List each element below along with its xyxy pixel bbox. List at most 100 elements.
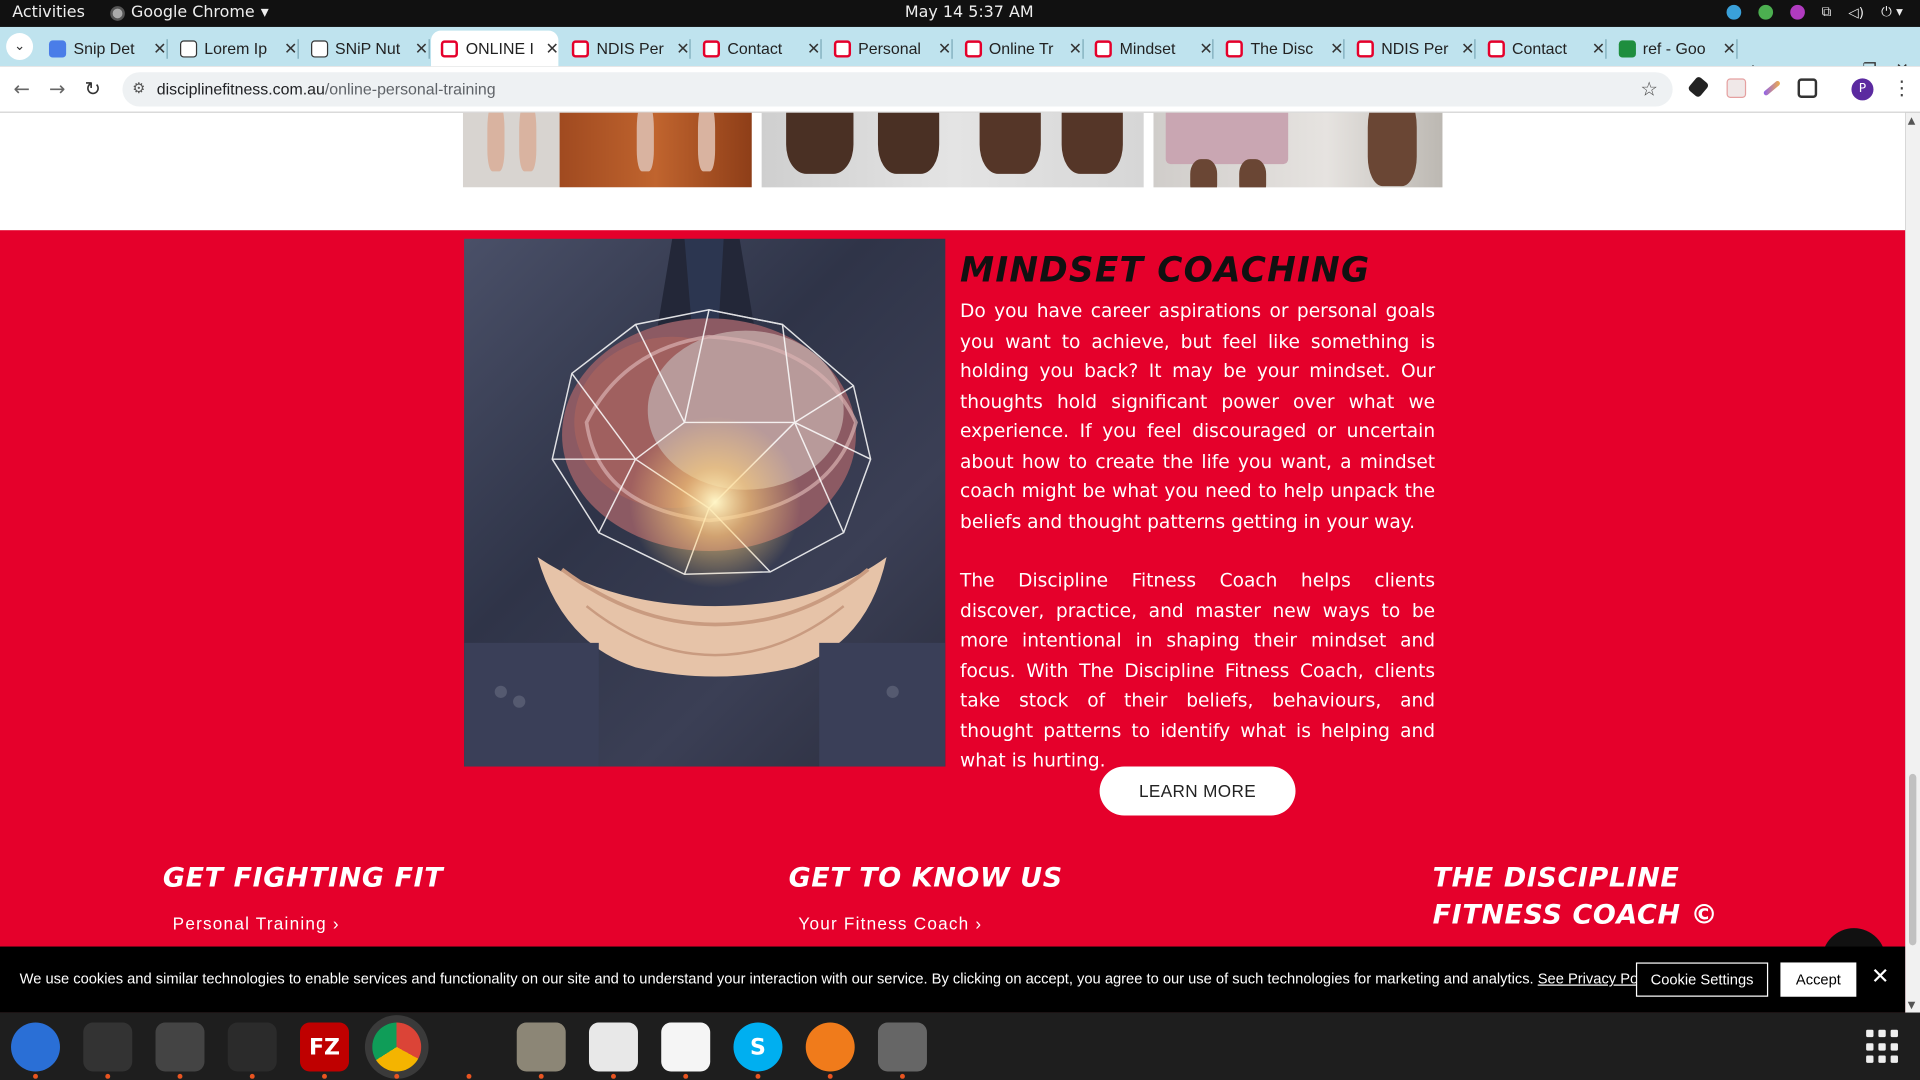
- network-icon[interactable]: ⧉: [1822, 4, 1832, 21]
- reload-icon[interactable]: ↻: [84, 77, 100, 100]
- chrome-icon[interactable]: [372, 1022, 422, 1079]
- tab-title: Online Tr: [988, 39, 1054, 58]
- docs-icon: [48, 39, 67, 57]
- tab-title: NDIS Per: [1381, 39, 1449, 58]
- browser-tab[interactable]: ref - Goo ✕: [1608, 31, 1738, 67]
- close-tab-icon[interactable]: ✕: [153, 39, 166, 59]
- tab-separator: [951, 39, 953, 59]
- calendar-extension-icon[interactable]: [1726, 78, 1747, 98]
- browser-tab[interactable]: Snip Det ✕: [39, 31, 168, 67]
- page-scrollbar[interactable]: ▲ ▼: [1905, 112, 1920, 1013]
- writer-icon[interactable]: [661, 1022, 711, 1079]
- calculator-icon[interactable]: [155, 1022, 205, 1079]
- app-menu[interactable]: Google Chrome ▾: [110, 4, 269, 22]
- scroll-up-icon[interactable]: ▲: [1908, 115, 1916, 126]
- close-icon[interactable]: ✕: [1871, 964, 1889, 990]
- browser-tab[interactable]: NDIS Per ✕: [562, 31, 691, 67]
- tab-title: The Disc: [1250, 39, 1314, 58]
- activities-button[interactable]: Activities: [12, 4, 85, 22]
- scroll-down-icon[interactable]: ▼: [1908, 999, 1916, 1010]
- volume-icon[interactable]: ◁): [1848, 4, 1864, 20]
- running-indicator: [538, 1073, 544, 1079]
- close-tab-icon[interactable]: ✕: [676, 39, 689, 59]
- before-after-photo-3: [1153, 112, 1443, 188]
- browser-tab[interactable]: ONLINE I ✕: [431, 30, 559, 67]
- brand-line-2: FITNESS COACH ©: [1432, 900, 1719, 931]
- browser-tab[interactable]: Contact ✕: [1478, 31, 1607, 67]
- cookie-message: We use cookies and similar technologies …: [19, 969, 1534, 987]
- sync-icon[interactable]: [1726, 4, 1741, 20]
- site-info-icon[interactable]: ⚙: [132, 80, 145, 97]
- application-dock: FZ S: [0, 1012, 1920, 1080]
- text-editor-icon[interactable]: [588, 1022, 638, 1079]
- cookie-settings-button[interactable]: Cookie Settings: [1635, 962, 1769, 997]
- tab-separator: [1081, 39, 1084, 59]
- burner-icon[interactable]: [805, 1022, 855, 1079]
- pen-extension-icon[interactable]: [1762, 79, 1781, 97]
- close-tab-icon[interactable]: ✕: [1330, 39, 1343, 59]
- accept-cookies-button[interactable]: Accept: [1780, 962, 1857, 997]
- check-icon[interactable]: [1757, 4, 1773, 20]
- df-icon: [702, 39, 721, 57]
- browser-tab[interactable]: Online Tr ✕: [955, 31, 1084, 67]
- tab-separator: [428, 39, 430, 59]
- running-indicator: [322, 1073, 327, 1079]
- files-icon[interactable]: [516, 1022, 566, 1079]
- app-indicator-icon[interactable]: [1789, 4, 1805, 20]
- close-tab-icon[interactable]: ✕: [1199, 39, 1212, 59]
- browser-tab[interactable]: SNiP Nut ✕: [301, 31, 430, 67]
- tab-title: Contact: [1512, 39, 1567, 58]
- bookmark-star-icon[interactable]: ☆: [1640, 77, 1658, 100]
- browser-tab[interactable]: Personal ✕: [824, 31, 953, 67]
- desktop-screen: Activities Google Chrome ▾ May 14 5:37 A…: [0, 0, 1920, 1080]
- tab-title: Mindset: [1119, 39, 1176, 58]
- browser-tab[interactable]: Contact ✕: [693, 31, 822, 67]
- browser-menu-icon[interactable]: ⋮: [1892, 76, 1912, 99]
- tab-search-button[interactable]: ⌄: [6, 33, 34, 61]
- close-tab-icon[interactable]: ✕: [1461, 39, 1474, 59]
- browser-tab[interactable]: NDIS Per ✕: [1347, 31, 1476, 67]
- scrollbar-thumb[interactable]: [1908, 773, 1917, 946]
- close-tab-icon[interactable]: ✕: [545, 39, 558, 59]
- extensions-puzzle-icon[interactable]: [1797, 78, 1818, 98]
- terminal-icon[interactable]: [83, 1022, 133, 1079]
- power-icon[interactable]: ⏻ ▾: [1881, 4, 1903, 21]
- browser-tab[interactable]: The Disc ✕: [1216, 31, 1345, 67]
- vscode-icon[interactable]: [444, 1022, 494, 1079]
- browser-tab[interactable]: Lorem Ip ✕: [170, 31, 299, 67]
- filezilla-icon[interactable]: FZ: [300, 1022, 349, 1079]
- skype-icon[interactable]: S: [733, 1022, 783, 1079]
- close-tab-icon[interactable]: ✕: [284, 39, 297, 59]
- system-tray[interactable]: ⧉ ◁) ⏻ ▾: [1726, 4, 1903, 21]
- close-tab-icon[interactable]: ✕: [415, 39, 428, 59]
- close-tab-icon[interactable]: ✕: [1722, 39, 1735, 59]
- close-tab-icon[interactable]: ✕: [1069, 39, 1082, 59]
- browser-tab[interactable]: Mindset ✕: [1085, 31, 1214, 67]
- disk-icon[interactable]: [877, 1022, 927, 1079]
- running-indicator: [611, 1073, 616, 1079]
- profile-avatar[interactable]: P: [1851, 78, 1874, 101]
- running-indicator: [105, 1073, 111, 1079]
- fitness-coach-link[interactable]: Your Fitness Coach ›: [798, 913, 982, 933]
- close-tab-icon[interactable]: ✕: [938, 39, 951, 59]
- running-indicator: [466, 1073, 472, 1079]
- dock-icon-label: FZ: [308, 1034, 341, 1060]
- personal-training-link[interactable]: Personal Training ›: [173, 913, 340, 933]
- close-tab-icon[interactable]: ✕: [807, 39, 820, 59]
- thunderbird-icon[interactable]: [11, 1022, 61, 1079]
- learn-more-button[interactable]: LEARN MORE: [1099, 766, 1296, 816]
- url-text[interactable]: disciplinefitness.com.au/online-personal…: [157, 80, 496, 98]
- close-tab-icon[interactable]: ✕: [1592, 39, 1605, 59]
- eyedropper-extension-icon[interactable]: [1687, 75, 1710, 99]
- df-icon: [441, 39, 459, 57]
- system-monitor-icon[interactable]: [227, 1022, 277, 1079]
- app-menu-label: Google Chrome: [131, 3, 255, 23]
- coach-paragraph: The Discipline Fitness Coach helps clien…: [960, 569, 1436, 772]
- forward-icon[interactable]: →: [49, 77, 65, 100]
- caret-down-icon: ▾: [260, 3, 269, 23]
- cookie-banner: We use cookies and similar technologies …: [0, 946, 1906, 1013]
- show-applications-icon[interactable]: [1866, 1029, 1900, 1064]
- address-bar[interactable]: ⚙ disciplinefitness.com.au/online-person…: [122, 72, 1673, 107]
- clock[interactable]: May 14 5:37 AM: [905, 4, 1034, 22]
- back-icon[interactable]: ←: [13, 77, 29, 100]
